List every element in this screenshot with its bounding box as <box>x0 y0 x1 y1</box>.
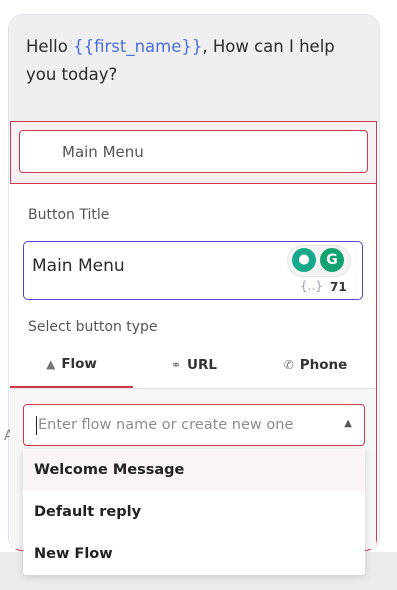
message-prefix: Hello <box>26 37 74 56</box>
link-icon: ⚭ <box>170 358 182 372</box>
flow-option[interactable]: Default reply <box>23 491 365 533</box>
grammarly-icon[interactable]: G <box>320 248 344 272</box>
button-title-value: Main Menu <box>32 256 125 276</box>
flow-select-placeholder: Enter flow name or create new one <box>38 417 294 433</box>
tab-url[interactable]: ⚭ URL <box>133 342 255 388</box>
flow-select-input[interactable]: Enter flow name or create new one ▲ <box>23 404 365 446</box>
main-menu-button-label: Main Menu <box>62 143 144 161</box>
flow-icon: ▲ <box>46 357 56 371</box>
flow-option[interactable]: New Flow <box>23 533 365 575</box>
variable-braces-icon[interactable]: {..} <box>300 279 323 293</box>
tab-flow[interactable]: ▲ Flow <box>10 342 133 388</box>
first-name-variable: {{first_name}} <box>73 37 203 56</box>
tab-phone-label: Phone <box>299 357 348 373</box>
tab-flow-label: Flow <box>61 356 97 372</box>
button-row: Main Menu <box>10 121 377 184</box>
dropdown-arrow-icon[interactable]: ▲ <box>344 418 352 429</box>
button-type-tabs: ▲ Flow ⚭ URL ✆ Phone <box>10 342 376 389</box>
button-title-label: Button Title <box>28 207 110 223</box>
button-title-input[interactable]: Main Menu ● G {..} 71 <box>23 241 363 300</box>
phone-icon: ✆ <box>283 358 294 372</box>
flow-option[interactable]: Welcome Message <box>23 449 365 491</box>
message-text[interactable]: Hello {{first_name}}, How can I help you… <box>26 33 346 89</box>
tab-phone[interactable]: ✆ Phone <box>255 342 376 388</box>
main-menu-button[interactable]: Main Menu <box>19 130 368 173</box>
lightbulb-icon[interactable]: ● <box>292 248 316 272</box>
flow-dropdown-menu: Welcome Message Default reply New Flow <box>23 449 365 575</box>
message-bubble: Hello {{first_name}}, How can I help you… <box>9 15 379 123</box>
button-type-label: Select button type <box>28 319 158 335</box>
tab-url-label: URL <box>187 357 218 373</box>
character-count: 71 <box>330 280 347 294</box>
text-cursor <box>36 416 37 435</box>
